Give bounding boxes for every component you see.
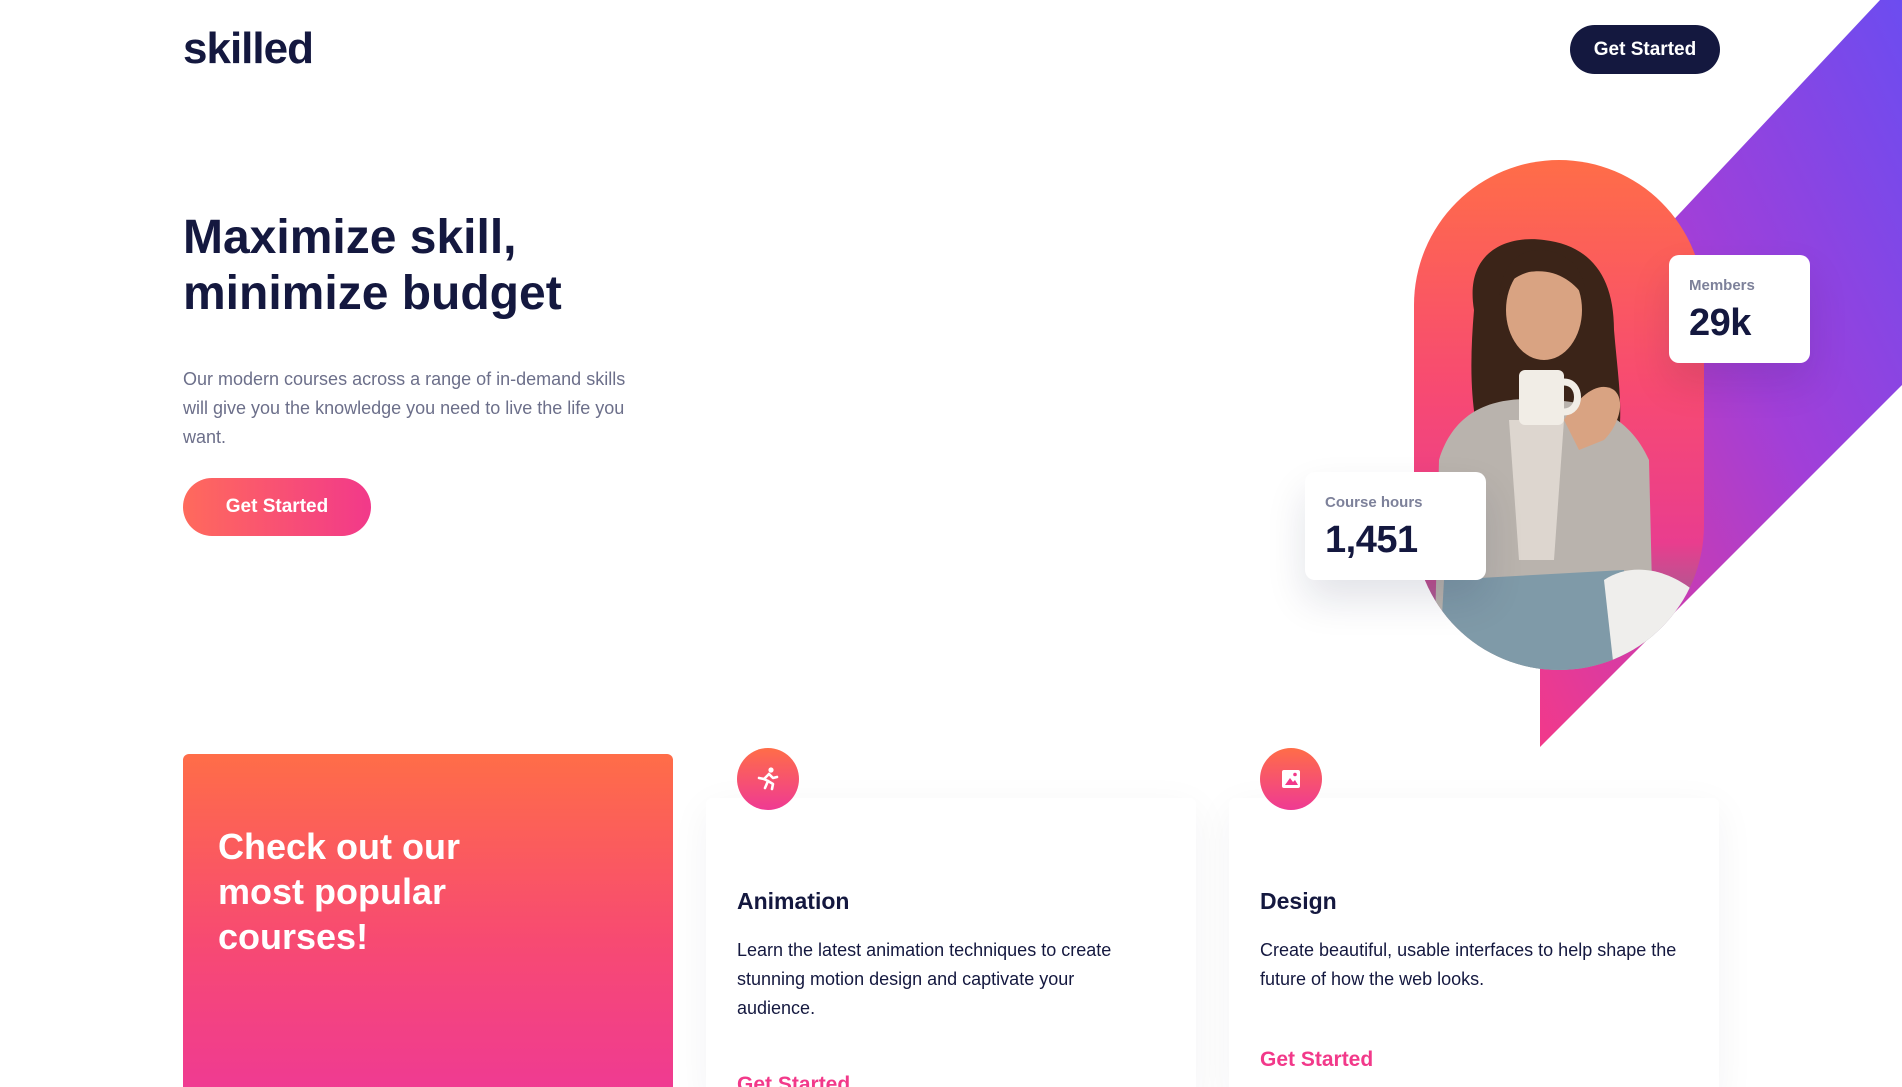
hero-get-started-button[interactable]: Get Started xyxy=(183,478,371,536)
members-stat-value: 29k xyxy=(1689,302,1751,344)
course-hours-stat-value: 1,451 xyxy=(1325,519,1418,561)
hero-description: Our modern courses across a range of in-… xyxy=(183,369,626,447)
promo-title: Check out our most popular courses! xyxy=(218,824,518,959)
promo-title-line-3: courses! xyxy=(218,916,369,957)
members-stat-label: Members xyxy=(1689,277,1755,294)
popular-courses-promo-card: Check out our most popular courses! xyxy=(183,754,673,1087)
course-hours-stat-card: Course hours 1,451 xyxy=(1305,472,1486,580)
image-frame-icon xyxy=(1260,748,1322,810)
logo[interactable]: skilled xyxy=(183,24,314,74)
woman-with-mug-illustration xyxy=(1434,239,1704,670)
promo-title-line-1: Check out our xyxy=(218,826,461,867)
animation-course-description: Learn the latest animation techniques to… xyxy=(737,940,1112,1018)
header-get-started-button[interactable]: Get Started xyxy=(1570,25,1720,74)
animation-get-started-link[interactable]: Get Started xyxy=(737,1073,850,1087)
members-stat-card: Members 29k xyxy=(1669,255,1810,363)
design-course-description: Create beautiful, usable interfaces to h… xyxy=(1260,940,1677,989)
hero-portrait-image xyxy=(1414,160,1704,670)
animation-course-title: Animation xyxy=(737,888,850,914)
hero-title: Maximize skill, minimize budget xyxy=(183,210,783,322)
design-course-title: Design xyxy=(1260,888,1337,914)
design-get-started-link[interactable]: Get Started xyxy=(1260,1048,1373,1072)
running-figure-icon xyxy=(737,748,799,810)
course-hours-stat-label: Course hours xyxy=(1325,494,1423,511)
hero-title-line-2: minimize budget xyxy=(183,267,562,320)
hero-title-line-1: Maximize skill, xyxy=(183,211,517,264)
promo-title-line-2: most popular xyxy=(218,871,447,912)
landing-page: skilled Get Started Maximize skill, mini… xyxy=(0,0,1902,1087)
